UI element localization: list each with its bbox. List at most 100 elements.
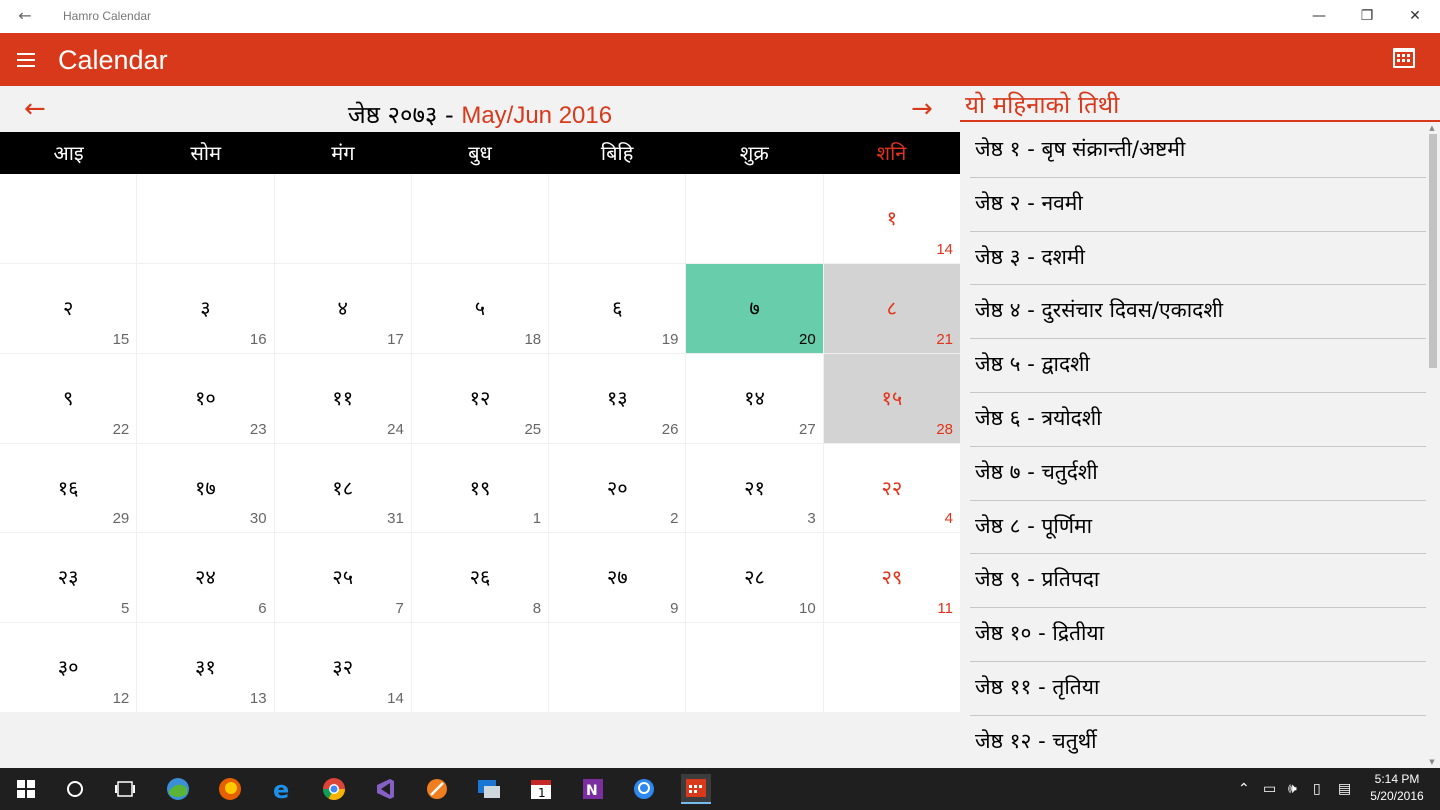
calendar-day-cell[interactable]: १० 23 — [137, 353, 274, 443]
tithi-list-item[interactable]: जेष्ठ १० - द्रितीया — [970, 608, 1426, 662]
photos-app-icon[interactable] — [163, 774, 193, 804]
clock-date: 5/20/2016 — [1370, 789, 1424, 803]
minimize-button[interactable]: — — [1296, 0, 1342, 33]
action-center-icon[interactable]: ▤ — [1338, 768, 1351, 810]
next-month-icon[interactable]: → — [911, 94, 933, 124]
english-date: 27 — [799, 420, 816, 438]
english-date: 8 — [532, 600, 542, 618]
tithi-list-item[interactable]: जेष्ठ ६ - त्रयोदशी — [970, 393, 1426, 447]
nepali-date: १५ — [881, 385, 903, 410]
english-date: 7 — [395, 600, 404, 618]
windows-start-icon[interactable] — [11, 774, 41, 804]
calendar-day-cell[interactable]: २२ 4 — [823, 443, 960, 533]
hamburger-menu-icon[interactable] — [17, 53, 35, 67]
english-date: 5 — [120, 600, 130, 618]
back-arrow-icon[interactable]: ← — [14, 6, 36, 26]
calendar-day-cell[interactable]: ७ 20 — [686, 263, 823, 353]
scroll-up-icon[interactable]: ▲ — [1427, 124, 1437, 134]
calendar-day-cell[interactable]: १२ 25 — [411, 353, 549, 443]
calendar-day-cell[interactable]: २० 2 — [549, 443, 686, 533]
calendar-day-cell[interactable]: १८ 31 — [274, 443, 411, 533]
calendar-empty-cell — [137, 174, 274, 263]
tithi-list-item[interactable]: जेष्ठ १ - बृष संक्रान्ती/अष्टमी — [970, 124, 1426, 178]
calendar-day-cell[interactable]: २९ 11 — [823, 533, 960, 623]
weekday-monday: सोम — [190, 141, 222, 165]
calendar-day-cell[interactable]: १७ 30 — [137, 443, 274, 533]
weekday-wednesday: बुध — [468, 141, 492, 165]
tithi-list-item[interactable]: जेष्ठ १२ - चतुर्थी — [970, 716, 1426, 770]
calendar-footer-area — [0, 712, 960, 768]
tithi-list-item[interactable]: जेष्ठ ९ - प्रतिपदा — [970, 554, 1426, 609]
calendar-day-cell[interactable]: ११ 24 — [274, 353, 411, 443]
nepali-date: २७ — [606, 565, 628, 590]
nepali-date: २२ — [881, 475, 903, 500]
calendar-day-cell[interactable]: २८ 10 — [686, 533, 823, 623]
scrollbar[interactable]: ▲ ▼ — [1427, 124, 1437, 768]
tithi-list-item[interactable]: जेष्ठ ५ - द्वादशी — [970, 339, 1426, 393]
onenote-icon[interactable]: N — [578, 774, 608, 804]
task-view-icon[interactable] — [110, 774, 140, 804]
nepali-date: २० — [606, 475, 628, 500]
edge-icon[interactable]: e — [268, 774, 298, 804]
network-icon[interactable]: ▯ — [1313, 768, 1321, 810]
weekday-thursday: बिहि — [600, 141, 634, 165]
messaging-icon[interactable] — [629, 774, 659, 804]
calendar-day-cell[interactable]: ३० 12 — [0, 623, 137, 712]
calendar-day-cell[interactable]: ३१ 13 — [137, 623, 274, 712]
month-separator: - — [437, 101, 462, 129]
calendar-day-cell[interactable]: १३ 26 — [549, 353, 686, 443]
calendar-day-cell[interactable]: २४ 6 — [137, 533, 274, 623]
show-hidden-icons-icon[interactable]: ⌃ — [1238, 768, 1250, 810]
calendar-day-cell[interactable]: ९ 22 — [0, 353, 137, 443]
english-date: 9 — [670, 600, 679, 618]
calendar-day-cell[interactable]: ३२ 14 — [274, 623, 411, 712]
calendar-day-cell[interactable]: २३ 5 — [0, 533, 137, 623]
calendar-day-cell[interactable]: २७ 9 — [549, 533, 686, 623]
firefox-icon[interactable] — [215, 774, 245, 804]
taskbar-clock[interactable]: 5:14 PM 5/20/2016 — [1362, 771, 1432, 805]
calendar-day-cell[interactable]: २ 15 — [0, 263, 137, 353]
nepali-date: ३१ — [195, 655, 216, 680]
remote-desktop-icon[interactable] — [474, 774, 504, 804]
close-button[interactable]: ✕ — [1392, 0, 1438, 33]
calendar-day-cell[interactable]: ५ 18 — [411, 263, 549, 353]
visual-studio-icon[interactable] — [370, 774, 400, 804]
calendar-day-cell[interactable]: २६ 8 — [411, 533, 549, 623]
window-title-bar: ← Hamro Calendar — ❐ ✕ — [0, 0, 1440, 33]
calendar-day-cell[interactable]: ३ 16 — [137, 263, 274, 353]
page-title: Calendar — [58, 45, 168, 75]
tithi-list-item[interactable]: जेष्ठ २ - नवमी — [970, 178, 1426, 232]
calendar-day-cell[interactable]: ६ 19 — [549, 263, 686, 353]
chrome-icon[interactable] — [319, 774, 349, 804]
volume-icon[interactable]: 🕪 — [1288, 768, 1297, 810]
calendar-day-cell[interactable]: १६ 29 — [0, 443, 137, 533]
english-date: 19 — [661, 330, 679, 348]
hamro-calendar-taskbar-icon[interactable] — [681, 774, 711, 804]
calendar-day-cell[interactable]: ४ 17 — [274, 263, 411, 353]
tithi-list-item[interactable]: जेष्ठ ८ - पूर्णिमा — [970, 501, 1426, 555]
weekday-friday: शुक्र — [739, 141, 769, 165]
calendar-day-cell[interactable]: १ 14 — [823, 174, 960, 263]
calendar-day-cell[interactable]: ८ 21 — [823, 263, 960, 353]
calendar-day-cell[interactable]: २१ 3 — [686, 443, 823, 533]
tithi-list-item[interactable]: जेष्ठ ७ - चतुर्दशी — [970, 447, 1426, 501]
cortana-icon[interactable] — [60, 774, 90, 804]
calendar-day-cell[interactable]: १४ 27 — [686, 353, 823, 443]
english-date: 22 — [112, 420, 130, 438]
english-date: 23 — [249, 420, 267, 438]
scroll-thumb[interactable] — [1429, 134, 1437, 368]
app-icon-orange[interactable] — [422, 774, 452, 804]
calendar-today-icon[interactable] — [1393, 48, 1415, 68]
english-date: 20 — [799, 330, 816, 348]
tithi-list[interactable]: जेष्ठ १ - बृष संक्रान्ती/अष्टमी जेष्ठ २ -… — [970, 124, 1426, 770]
calendar-day-cell[interactable]: २५ 7 — [274, 533, 411, 623]
tithi-list-item[interactable]: जेष्ठ ३ - दशमी — [970, 232, 1426, 286]
tithi-list-item[interactable]: जेष्ठ ४ - दुरसंचार दिवस/एकादशी — [970, 285, 1426, 340]
tithi-list-item[interactable]: जेष्ठ ११ - तृतिया — [970, 662, 1426, 716]
calendar-app-icon[interactable]: 1 — [526, 774, 556, 804]
scroll-down-icon[interactable]: ▼ — [1427, 758, 1437, 768]
calendar-day-cell[interactable]: १५ 28 — [823, 353, 960, 443]
battery-icon[interactable]: ▭ — [1263, 768, 1276, 810]
restore-button[interactable]: ❐ — [1344, 0, 1390, 33]
calendar-day-cell[interactable]: १९ 1 — [411, 443, 549, 533]
